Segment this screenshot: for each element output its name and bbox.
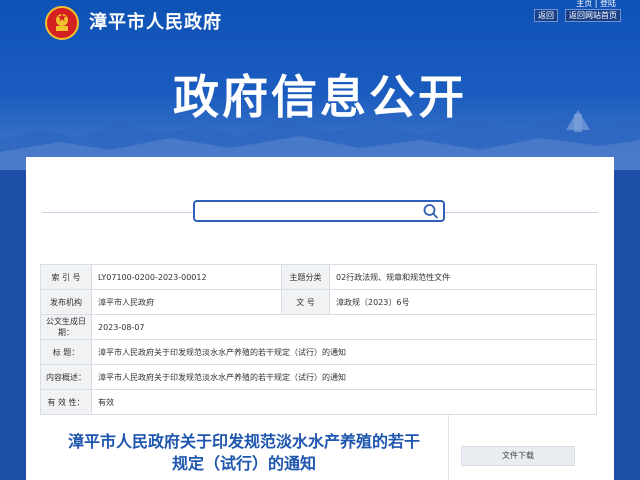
- table-row: 有 效 性： 有效: [40, 389, 597, 415]
- hero-banner: 漳平市人民政府 主页 | 登陆 返回 返回网站首页 政府信息公开: [0, 0, 640, 170]
- document-title-line1: 漳平市人民政府关于印发规范淡水水产养殖的若干: [67, 432, 420, 451]
- title-value: 漳平市人民政府关于印发规范淡水水产养殖的若干规定（试行）的通知: [91, 339, 597, 365]
- doc-number-label: 文 号: [281, 289, 330, 315]
- validity-label: 有 效 性：: [40, 389, 92, 415]
- table-row: 公文生成日期： 2023-08-07: [40, 314, 597, 340]
- date-value: 2023-08-07: [91, 314, 597, 340]
- site-name[interactable]: 漳平市人民政府: [89, 11, 222, 35]
- validity-value: 有效: [91, 389, 597, 415]
- doc-number-value: 漳政规〔2023〕6号: [329, 289, 597, 315]
- summary-label: 内容概述：: [40, 364, 92, 390]
- table-row: 发布机构 漳平市人民政府 文 号 漳政规〔2023〕6号: [40, 289, 597, 315]
- category-label: 主题分类: [281, 264, 330, 290]
- summary-value: 漳平市人民政府关于印发规范淡水水产养殖的若干规定（试行）的通知: [91, 364, 597, 390]
- content-panel: 索 引 号 LY07100-0200-2023-00012 主题分类 02行政法…: [26, 157, 614, 480]
- index-value: LY07100-0200-2023-00012: [91, 264, 282, 290]
- national-emblem-icon: [45, 6, 79, 40]
- vertical-divider: [448, 415, 449, 480]
- hero-title: 政府信息公开: [173, 70, 467, 124]
- file-download-button[interactable]: 文件下载: [461, 446, 575, 466]
- search-input[interactable]: [199, 203, 423, 221]
- category-value: 02行政法规、规章和规范性文件: [329, 264, 597, 290]
- index-label: 索 引 号: [40, 264, 92, 290]
- document-title: 漳平市人民政府关于印发规范淡水水产养殖的若干 规定（试行）的通知: [40, 431, 448, 475]
- title-label: 标 题：: [40, 339, 92, 365]
- issuer-value: 漳平市人民政府: [91, 289, 282, 315]
- back-button[interactable]: 返回: [534, 9, 558, 22]
- table-row: 内容概述： 漳平市人民政府关于印发规范淡水水产养殖的若干规定（试行）的通知: [40, 364, 597, 390]
- document-title-line2: 规定（试行）的通知: [171, 454, 316, 473]
- page: 漳平市人民政府 主页 | 登陆 返回 返回网站首页 政府信息公开 索 引 号 L…: [0, 0, 640, 480]
- top-links[interactable]: 主页 | 登陆: [576, 0, 616, 8]
- table-row: 标 题： 漳平市人民政府关于印发规范淡水水产养殖的若干规定（试行）的通知: [40, 339, 597, 365]
- document-section: 漳平市人民政府关于印发规范淡水水产养殖的若干 规定（试行）的通知 文件下载: [40, 415, 597, 480]
- search-box[interactable]: [193, 200, 445, 222]
- document-info-table: 索 引 号 LY07100-0200-2023-00012 主题分类 02行政法…: [40, 264, 597, 415]
- home-button[interactable]: 返回网站首页: [565, 9, 621, 22]
- search-icon[interactable]: [422, 203, 440, 219]
- table-row: 索 引 号 LY07100-0200-2023-00012 主题分类 02行政法…: [40, 264, 597, 290]
- issuer-label: 发布机构: [40, 289, 92, 315]
- date-label: 公文生成日期：: [40, 314, 92, 340]
